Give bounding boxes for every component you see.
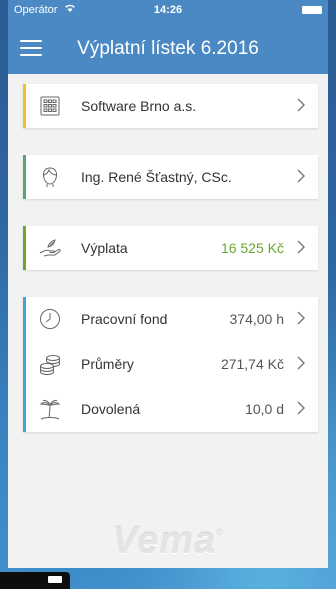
chevron-right-icon xyxy=(296,168,306,184)
details-card: Pracovní fond 374,00 h Průměry 271,74 Kč xyxy=(23,297,318,432)
employee-card[interactable]: Ing. René Šťastný, CSc. xyxy=(23,155,318,199)
company-row[interactable]: Software Brno a.s. xyxy=(23,84,318,128)
phone-screen: Operátor 14:26 Výplatní lístek 6.2016 So… xyxy=(8,0,328,568)
status-bar: Operátor 14:26 xyxy=(8,0,328,20)
page-title: Výplatní lístek 6.2016 xyxy=(77,38,259,59)
vema-logo: Vema® xyxy=(8,520,328,563)
company-name: Software Brno a.s. xyxy=(81,98,197,114)
chevron-right-icon xyxy=(296,355,306,371)
salary-row[interactable]: Výplata 16 525 Kč xyxy=(23,226,318,270)
coins-icon xyxy=(39,353,61,376)
battery-icon xyxy=(302,6,322,14)
vacation-row[interactable]: Dovolená 10,0 d xyxy=(23,387,318,432)
chevron-right-icon xyxy=(296,97,306,113)
work-fund-label: Pracovní fond xyxy=(81,311,168,327)
salary-label: Výplata xyxy=(81,240,128,256)
averages-value: 271,74 Kč xyxy=(220,356,284,372)
building-icon xyxy=(39,95,61,117)
chevron-right-icon xyxy=(296,310,306,326)
chevron-right-icon xyxy=(296,400,306,416)
work-fund-row[interactable]: Pracovní fond 374,00 h xyxy=(23,297,318,342)
person-icon xyxy=(39,166,61,188)
company-card[interactable]: Software Brno a.s. xyxy=(23,84,318,128)
vacation-label: Dovolená xyxy=(81,401,141,417)
background-device xyxy=(0,572,70,589)
registered-mark: ® xyxy=(216,528,224,538)
salary-value: 16 525 Kč xyxy=(220,240,284,256)
employee-name: Ing. René Šťastný, CSc. xyxy=(81,169,232,185)
app-header: Operátor 14:26 Výplatní lístek 6.2016 xyxy=(8,0,328,74)
vacation-value: 10,0 d xyxy=(245,401,284,417)
status-time: 14:26 xyxy=(153,4,183,16)
averages-label: Průměry xyxy=(81,356,134,372)
hand-money-icon xyxy=(39,237,61,259)
chevron-right-icon xyxy=(296,239,306,255)
salary-card[interactable]: Výplata 16 525 Kč xyxy=(23,226,318,270)
employee-row[interactable]: Ing. René Šťastný, CSc. xyxy=(23,155,318,199)
averages-row[interactable]: Průměry 271,74 Kč xyxy=(23,342,318,387)
battery-icon xyxy=(48,576,62,583)
clock-icon xyxy=(39,308,61,330)
work-fund-value: 374,00 h xyxy=(229,311,285,327)
palm-tree-icon xyxy=(39,398,61,420)
logo-text: Vema xyxy=(112,520,217,562)
